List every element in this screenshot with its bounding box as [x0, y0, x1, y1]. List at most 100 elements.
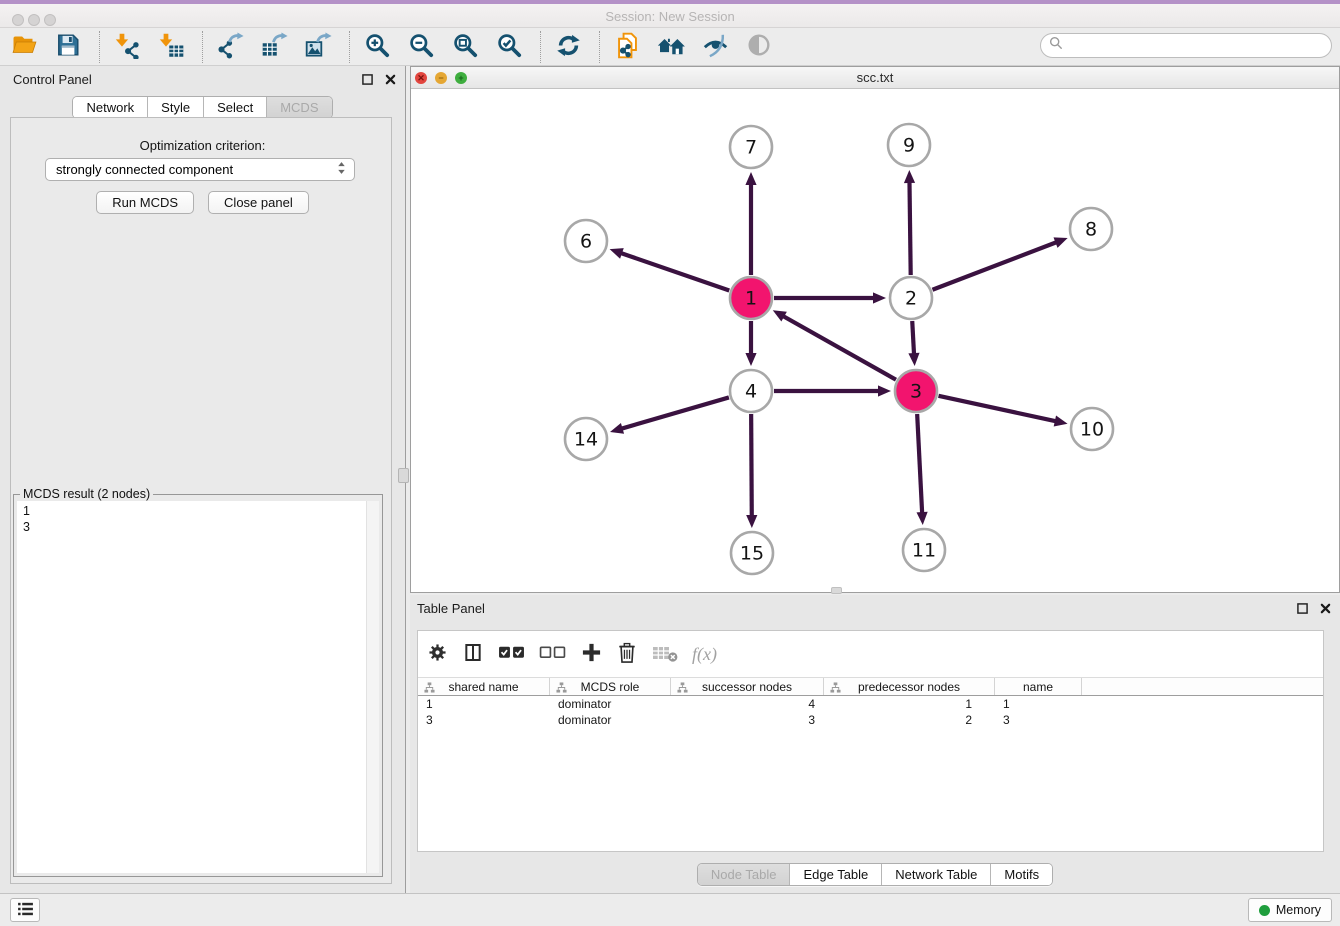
close-mcds-panel-button[interactable]: Close panel — [208, 191, 309, 214]
graph-edge-2-3[interactable] — [908, 321, 919, 366]
toggle-birds-eye-button[interactable] — [700, 31, 730, 63]
save-session-button[interactable] — [53, 31, 83, 63]
refresh-layout-button[interactable] — [553, 31, 583, 63]
criterion-dropdown-value: strongly connected component — [56, 162, 337, 177]
select-all-rows-button[interactable] — [498, 639, 525, 669]
column-chooser-button[interactable] — [462, 639, 484, 669]
graph-node-2[interactable]: 2 — [890, 277, 932, 319]
main-titlebar: Session: New Session — [0, 4, 1340, 28]
table-settings-button[interactable] — [426, 639, 448, 669]
export-image-button[interactable] — [303, 31, 333, 63]
save-session-icon — [55, 32, 81, 61]
table-tab-edge-table[interactable]: Edge Table — [790, 864, 882, 885]
graph-node-6[interactable]: 6 — [565, 220, 607, 262]
import-network-button[interactable] — [112, 31, 142, 63]
create-column-button[interactable] — [580, 639, 602, 669]
tab-style[interactable]: Style — [148, 97, 204, 118]
graph-node-14[interactable]: 14 — [565, 418, 607, 460]
delete-table-icon — [652, 643, 678, 666]
mcds-result-lines: 13 — [17, 501, 379, 537]
close-table-panel-button[interactable] — [1318, 601, 1332, 615]
main-toolbar — [0, 28, 1340, 66]
graph-edge-1-6[interactable] — [610, 248, 730, 290]
zoom-selected-button[interactable] — [494, 31, 524, 63]
delete-columns-button[interactable] — [616, 639, 638, 669]
table-tab-motifs[interactable]: Motifs — [991, 864, 1052, 885]
clone-network-button[interactable] — [612, 31, 642, 63]
graph-edge-1-4[interactable] — [745, 321, 756, 366]
table-tab-node-table[interactable]: Node Table — [698, 864, 791, 885]
cell: dominator — [550, 697, 671, 711]
home-view-button[interactable] — [656, 31, 686, 63]
cell: dominator — [550, 713, 671, 727]
graph-node-7[interactable]: 7 — [730, 126, 772, 168]
close-panel-button[interactable] — [383, 72, 397, 86]
graph-node-8[interactable]: 8 — [1070, 208, 1112, 250]
float-table-panel-button[interactable] — [1295, 601, 1309, 615]
zoom-fit-icon — [452, 32, 479, 62]
mcds-result-title: MCDS result (2 nodes) — [20, 487, 153, 501]
select-all-rows-icon — [498, 644, 525, 664]
import-table-button[interactable] — [156, 31, 186, 63]
graph-edge-2-9[interactable] — [904, 170, 915, 275]
cell: 3 — [671, 713, 824, 727]
task-history-button[interactable] — [10, 898, 40, 922]
cell: 1 — [824, 697, 995, 711]
column-header-shared-name[interactable]: shared name — [418, 678, 550, 695]
zoom-fit-button[interactable] — [450, 31, 480, 63]
graph-node-15[interactable]: 15 — [731, 532, 773, 574]
deselect-all-rows-button[interactable] — [539, 639, 566, 669]
table-row[interactable]: 3dominator323 — [418, 712, 1323, 728]
tab-network[interactable]: Network — [73, 97, 148, 118]
column-tree-icon — [677, 682, 688, 696]
graph-edge-4-14[interactable] — [610, 397, 729, 433]
export-network-button[interactable] — [215, 31, 245, 63]
float-panel-button[interactable] — [360, 72, 374, 86]
graph-node-10[interactable]: 10 — [1071, 408, 1113, 450]
export-network-icon — [217, 32, 244, 62]
graph-edge-1-7[interactable] — [745, 172, 756, 275]
svg-text:11: 11 — [912, 540, 936, 562]
tab-select[interactable]: Select — [204, 97, 267, 118]
column-header-MCDS-role[interactable]: MCDS role — [550, 678, 671, 695]
mcds-result-textarea[interactable]: 13 — [17, 501, 379, 873]
graph-node-1[interactable]: 1 — [730, 277, 772, 319]
horizontal-splitter-grip[interactable] — [831, 587, 842, 594]
graph-edge-3-11[interactable] — [916, 414, 927, 525]
column-header-name[interactable]: name — [995, 678, 1082, 695]
dropdown-chevrons-icon — [337, 161, 346, 178]
criterion-dropdown[interactable]: strongly connected component — [45, 158, 355, 181]
graph-edge-4-3[interactable] — [774, 385, 891, 396]
graph-node-9[interactable]: 9 — [888, 124, 930, 166]
search-input[interactable] — [1063, 36, 1331, 56]
graph-node-4[interactable]: 4 — [730, 370, 772, 412]
graph-edge-1-2[interactable] — [774, 292, 886, 303]
zoom-in-button[interactable] — [362, 31, 392, 63]
graph-edge-3-10[interactable] — [938, 396, 1067, 427]
mcds-result-scrollbar[interactable] — [366, 501, 379, 873]
graph-edge-3-1[interactable] — [773, 310, 896, 379]
zoom-out-button[interactable] — [406, 31, 436, 63]
cell: 3 — [418, 713, 550, 727]
function-builder-icon: f(x) — [692, 644, 717, 665]
svg-text:6: 6 — [580, 231, 592, 253]
clone-network-icon — [614, 32, 641, 62]
table-tab-network-table[interactable]: Network Table — [882, 864, 991, 885]
graph-node-11[interactable]: 11 — [903, 529, 945, 571]
network-canvas[interactable]: 7 9 6 8 1 2 4 3 14 10 15 11 — [411, 89, 1339, 592]
export-table-button[interactable] — [259, 31, 289, 63]
run-mcds-button[interactable]: Run MCDS — [96, 191, 194, 214]
column-header-predecessor-nodes[interactable]: predecessor nodes — [824, 678, 995, 695]
cell: 3 — [995, 713, 1082, 727]
memory-status-button[interactable]: Memory — [1248, 898, 1332, 922]
table-settings-icon — [427, 642, 448, 666]
vertical-splitter-grip[interactable] — [398, 468, 409, 483]
graph-edge-2-8[interactable] — [932, 237, 1067, 289]
tab-mcds[interactable]: MCDS — [267, 97, 331, 118]
graph-edge-4-15[interactable] — [746, 414, 757, 528]
column-header-successor-nodes[interactable]: successor nodes — [671, 678, 824, 695]
open-file-button[interactable] — [9, 31, 39, 63]
open-file-icon — [11, 32, 38, 61]
table-row[interactable]: 1dominator411 — [418, 696, 1323, 712]
graph-node-3[interactable]: 3 — [895, 370, 937, 412]
